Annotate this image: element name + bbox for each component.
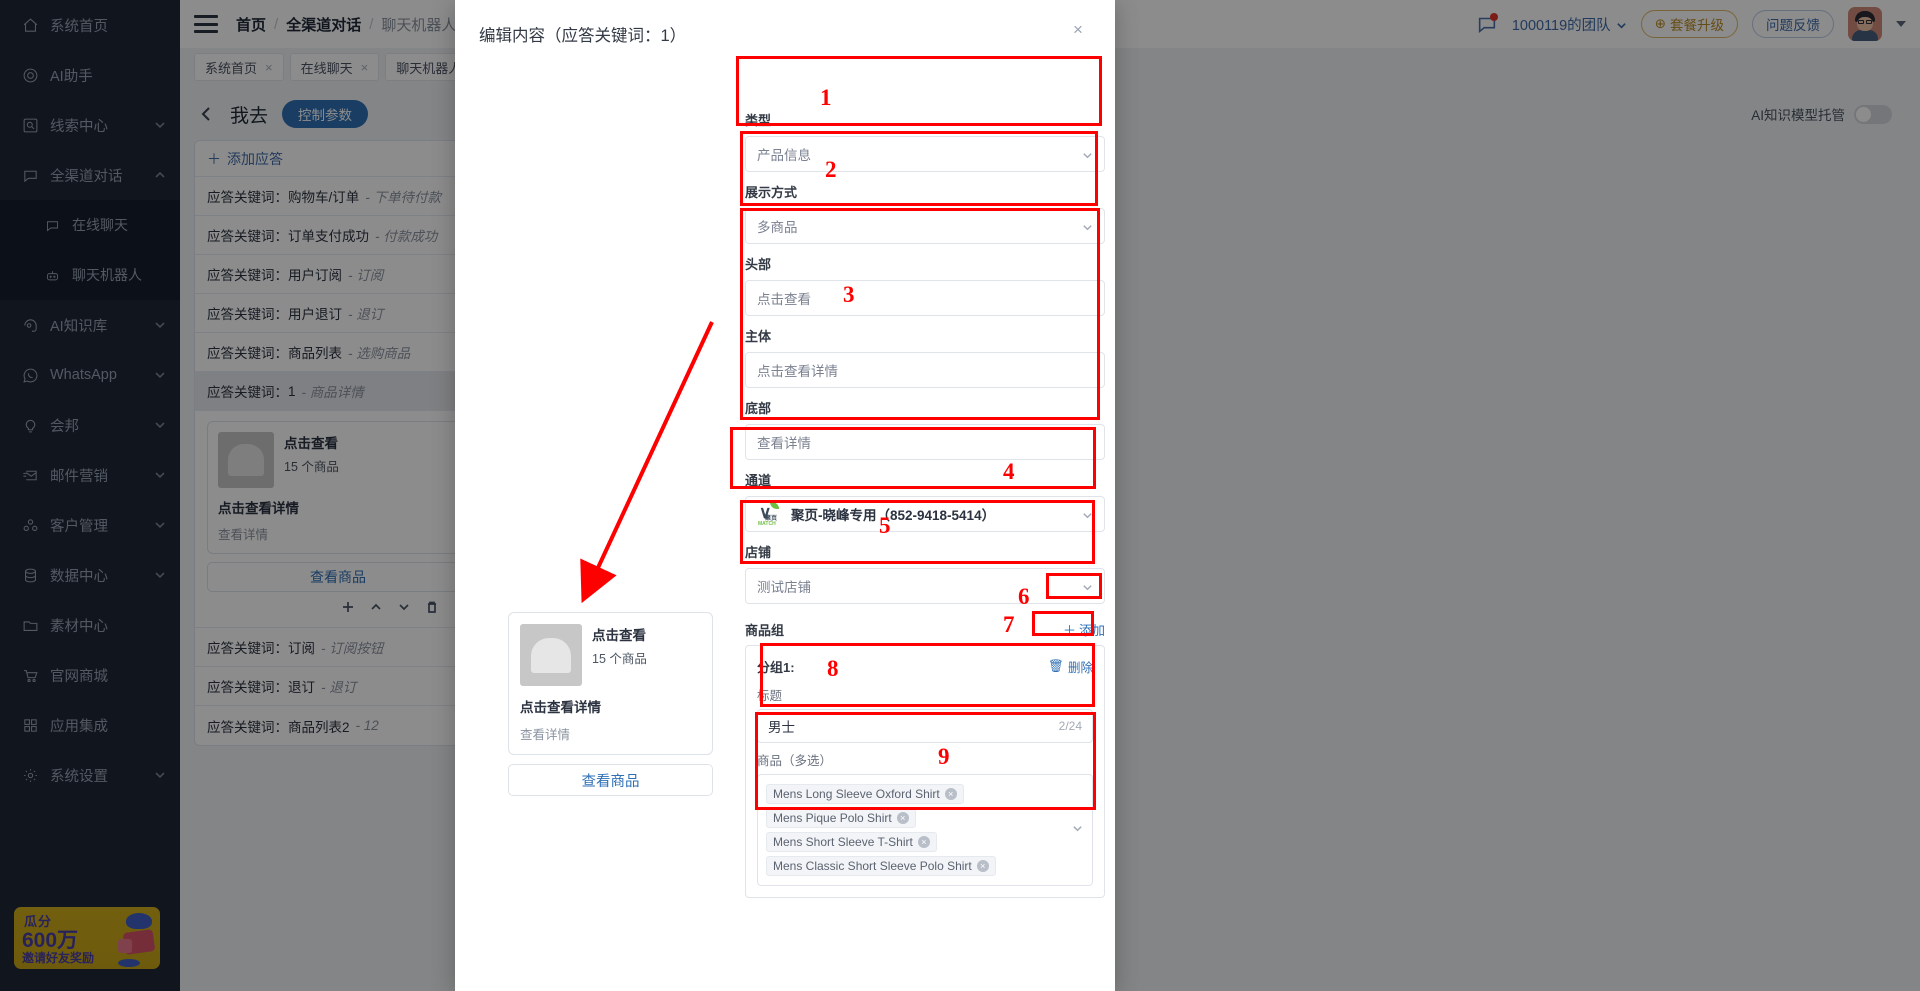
header-label: 头部 — [745, 257, 772, 272]
edit-content-modal: 编辑内容（应答关键词：1） × 点击查看 15 个商品 点击查看详情 查看详情 — [455, 0, 1115, 991]
field-footer: 底部 查看详情 — [745, 398, 1105, 460]
preview-view-products-button[interactable]: 查看商品 — [508, 764, 713, 796]
products-multiselect[interactable]: Mens Long Sleeve Oxford Shirt × Mens Piq… — [757, 774, 1093, 886]
close-icon[interactable]: × — [896, 812, 909, 824]
channel-value: 聚页-晓峰专用（852-9418-5414） — [791, 508, 996, 523]
add-group-button[interactable]: ＋ 添加 — [1063, 620, 1105, 639]
group-name: 分组1: — [757, 660, 795, 675]
display-label: 展示方式 — [745, 185, 798, 200]
app-root: 系统首页 AI助手 线索中心 全渠道对话 在线聊天 聊天机器人 AI知识库 Wh… — [0, 0, 1920, 991]
plus-icon: ＋ — [1062, 623, 1076, 638]
close-icon[interactable]: × — [1073, 21, 1091, 40]
modal-header: 编辑内容（应答关键词：1） × — [455, 0, 1115, 52]
type-select[interactable]: 产品信息 — [745, 136, 1105, 172]
delete-group-button[interactable]: 🗑 删除 — [1048, 657, 1093, 676]
products-label: 商品（多选） — [757, 754, 833, 768]
product-tag-label: Mens Long Sleeve Oxford Shirt — [773, 787, 940, 801]
preview-footer: 查看详情 — [520, 728, 571, 742]
channel-select[interactable]: ∨ 聚页 MATCH 聚页-晓峰专用（852-9418-5414） — [745, 496, 1105, 532]
body-label: 主体 — [745, 329, 772, 344]
char-counter: 2/24 — [1058, 719, 1082, 733]
field-store: 店铺 测试店铺 — [745, 542, 1105, 604]
delete-label: 删除 — [1067, 661, 1093, 675]
chevron-down-icon — [1082, 509, 1093, 520]
close-icon[interactable]: × — [976, 860, 989, 872]
preview-title: 点击查看 — [592, 628, 646, 643]
header-input[interactable]: 点击查看 — [745, 280, 1105, 316]
group-row: 分组1: 🗑 删除 — [757, 657, 1093, 676]
group-title-value: 男士 — [768, 720, 795, 735]
footer-input[interactable]: 查看详情 — [745, 424, 1105, 460]
product-tag[interactable]: Mens Pique Polo Shirt × — [766, 808, 916, 828]
display-select[interactable]: 多商品 — [745, 208, 1105, 244]
footer-label: 底部 — [745, 401, 772, 416]
field-display-mode: 展示方式 多商品 — [745, 182, 1105, 244]
product-tag[interactable]: Mens Long Sleeve Oxford Shirt × — [766, 784, 964, 804]
product-tag-label: Mens Pique Polo Shirt — [773, 811, 892, 825]
preview-middle: 点击查看详情 — [520, 700, 601, 715]
field-header: 头部 点击查看 — [745, 254, 1105, 316]
chevron-down-icon — [1082, 149, 1093, 160]
type-label: 类型 — [745, 113, 772, 128]
close-icon[interactable]: × — [917, 836, 930, 848]
chevron-down-icon — [1072, 821, 1083, 839]
preview-top-row: 点击查看 15 个商品 — [520, 624, 701, 686]
edit-form: 类型 产品信息 展示方式 多商品 头部 点击查看 主体 点击查看详情 底部 查看… — [745, 100, 1105, 898]
field-channel: 通道 ∨ 聚页 MATCH 聚页-晓峰专用（852-9418-5414） — [745, 470, 1105, 532]
modal-body: 点击查看 15 个商品 点击查看详情 查看详情 查看商品 类型 产品信息 展示方… — [455, 52, 1115, 991]
product-tag-label: Mens Classic Short Sleeve Polo Shirt — [773, 859, 972, 873]
display-value: 多商品 — [757, 220, 798, 235]
body-value: 点击查看详情 — [757, 364, 838, 379]
product-tag[interactable]: Mens Short Sleeve T-Shirt × — [766, 832, 937, 852]
title-label: 标题 — [757, 689, 783, 703]
channel-label: 通道 — [745, 473, 772, 488]
store-value: 测试店铺 — [757, 580, 811, 595]
product-group-header: 商品组 ＋ 添加 — [745, 620, 1105, 639]
add-label: 添加 — [1078, 623, 1105, 638]
trash-icon: 🗑 — [1048, 659, 1064, 673]
group-title-input[interactable]: 男士 2/24 — [757, 709, 1093, 743]
modal-title: 编辑内容（应答关键词：1） — [479, 27, 687, 45]
chevron-down-icon — [1082, 221, 1093, 232]
chevron-down-icon — [1082, 581, 1093, 592]
group-label: 商品组 — [745, 623, 785, 638]
channel-logo-icon: ∨ 聚页 MATCH — [758, 502, 779, 527]
product-tag-label: Mens Short Sleeve T-Shirt — [773, 835, 913, 849]
store-select[interactable]: 测试店铺 — [745, 568, 1105, 604]
close-icon[interactable]: × — [944, 788, 957, 800]
field-type: 类型 产品信息 — [745, 110, 1105, 172]
preview-subtitle: 15 个商品 — [592, 652, 647, 666]
message-preview: 点击查看 15 个商品 点击查看详情 查看详情 查看商品 — [508, 612, 713, 796]
field-body: 主体 点击查看详情 — [745, 326, 1105, 388]
preview-card: 点击查看 15 个商品 点击查看详情 查看详情 — [508, 612, 713, 755]
product-group-box: 分组1: 🗑 删除 标题 男士 2/24 商品（多选） Mens Long Sl… — [745, 645, 1105, 898]
header-value: 点击查看 — [757, 292, 811, 307]
store-label: 店铺 — [745, 545, 772, 560]
preview-thumbnail — [520, 624, 582, 686]
body-input[interactable]: 点击查看详情 — [745, 352, 1105, 388]
type-value: 产品信息 — [757, 148, 811, 163]
footer-value: 查看详情 — [757, 436, 811, 451]
product-tag[interactable]: Mens Classic Short Sleeve Polo Shirt × — [766, 856, 996, 876]
